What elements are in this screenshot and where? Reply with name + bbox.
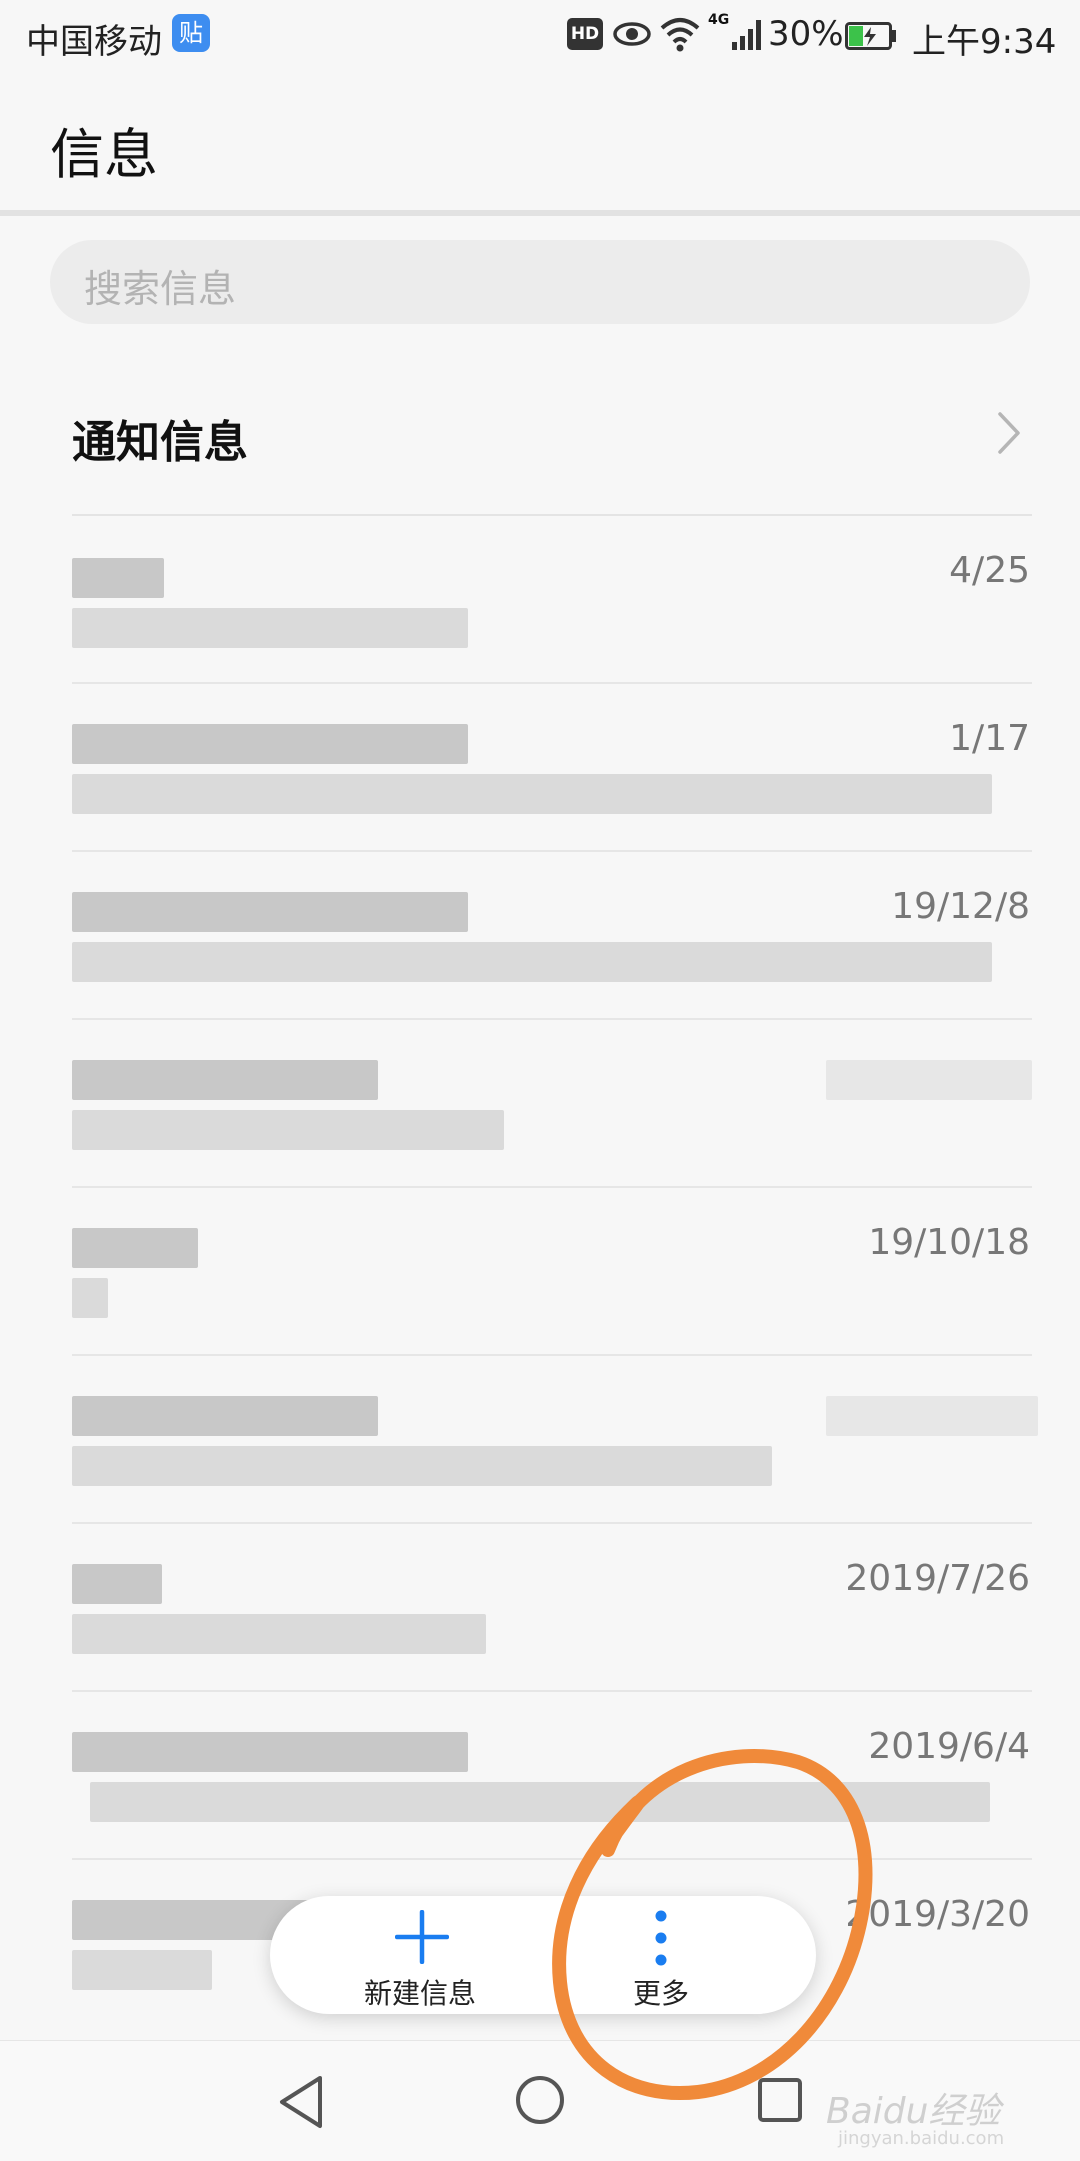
back-icon[interactable] [276, 2074, 326, 2130]
message-preview-redacted [72, 1614, 486, 1654]
conversation-row[interactable]: 2019/6/4 [0, 1692, 1080, 1860]
conversation-row[interactable]: 2019/7/26 [0, 1524, 1080, 1692]
conversation-date: 2019/6/4 [868, 1726, 1030, 1767]
conversation-date: 4/25 [949, 550, 1030, 591]
annotation-circle [552, 1749, 873, 2100]
message-preview-redacted [72, 608, 468, 648]
new-message-button[interactable]: 新建信息 [300, 1896, 540, 2014]
sender-name-redacted [72, 724, 468, 764]
sender-name-redacted [72, 1060, 378, 1100]
conversation-row[interactable]: 1/17 [0, 684, 1080, 852]
message-preview-redacted [72, 1950, 212, 1990]
sender-name-redacted [72, 1228, 198, 1268]
date-redacted [826, 1396, 1038, 1436]
clock: 上午9:34 [912, 22, 1057, 62]
message-preview-redacted [72, 1110, 504, 1150]
carrier-name: 中国移动 [26, 22, 162, 62]
plus-icon [395, 1910, 449, 1964]
page-title: 信息 [50, 123, 158, 186]
network-type: 4G [708, 12, 730, 28]
conversation-date: 1/17 [949, 718, 1030, 759]
sender-name-redacted [72, 1732, 468, 1772]
new-message-label: 新建信息 [363, 1977, 476, 2010]
date-redacted [826, 1060, 1032, 1100]
watermark-url: jingyan.baidu.com [838, 2128, 1005, 2149]
conversation-row[interactable]: 19/10/18 [0, 1188, 1080, 1356]
watermark-logo: Baidu经验 [826, 2091, 1001, 2132]
signal-icon [732, 20, 761, 50]
conversation-date: 19/10/18 [868, 1222, 1030, 1263]
chevron-right-icon[interactable] [994, 410, 1024, 456]
sender-name-redacted [72, 892, 468, 932]
conversation-row[interactable] [0, 1020, 1080, 1188]
conversation-row[interactable]: 19/12/8 [0, 852, 1080, 1020]
battery-charging-icon [845, 22, 896, 50]
conversation-date: 2019/7/26 [845, 1558, 1030, 1599]
conversation-date: 19/12/8 [891, 886, 1030, 927]
conversation-row[interactable] [0, 1356, 1080, 1524]
sender-name-redacted [72, 1396, 378, 1436]
search-placeholder: 搜索信息 [84, 267, 237, 311]
message-preview-redacted [72, 1278, 108, 1318]
message-preview-redacted [72, 942, 992, 982]
sender-name-redacted [72, 1564, 162, 1604]
notification-messages-item[interactable]: 通知信息 [72, 406, 248, 470]
sender-name-redacted [72, 558, 164, 598]
wifi-icon [660, 18, 700, 52]
appbar-divider [0, 210, 1080, 216]
app-notification-badge: 贴 [172, 14, 210, 52]
conversation-row[interactable]: 4/25 [0, 516, 1080, 684]
message-preview-redacted [72, 774, 992, 814]
battery-percent: 30% [768, 14, 844, 54]
eye-icon [613, 22, 651, 46]
message-preview-redacted [72, 1446, 772, 1486]
hd-icon: HD [567, 18, 603, 50]
